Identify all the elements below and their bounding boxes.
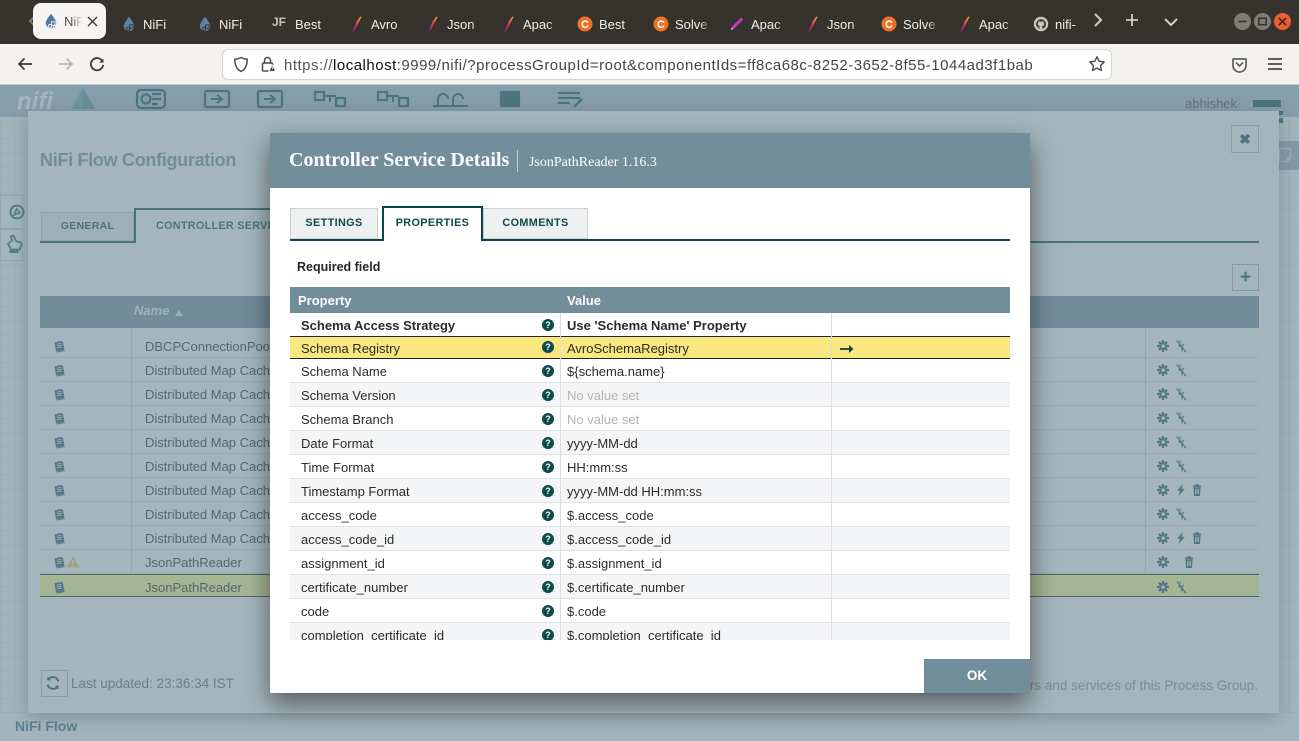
svg-text:C: C: [657, 19, 665, 31]
svg-text:C: C: [581, 19, 589, 31]
svg-text:C: C: [885, 19, 893, 31]
